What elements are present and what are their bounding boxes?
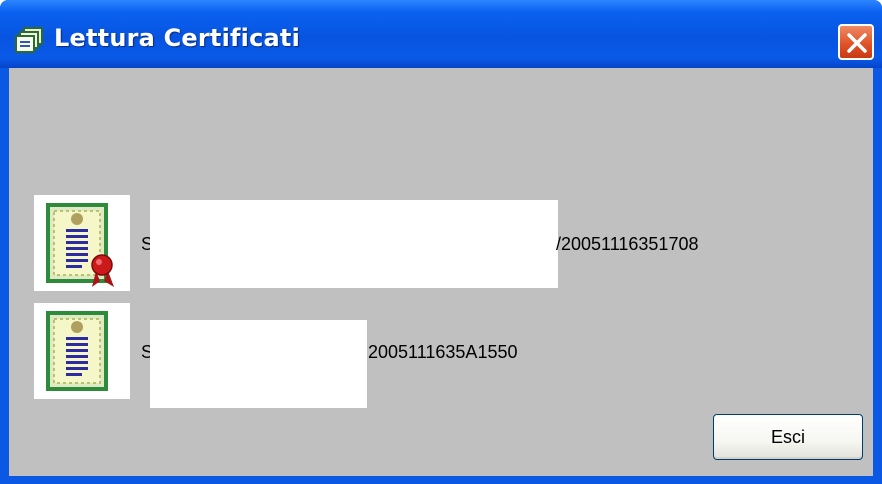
- certificates-app-icon: [14, 26, 44, 54]
- certificate-serial: 2005111635A1550: [368, 342, 518, 362]
- close-icon: [847, 33, 867, 53]
- window-border-right: [873, 68, 882, 484]
- certificate-reader-window: Lettura Certificati S /20051116351708 S …: [0, 0, 882, 484]
- certificate-icon[interactable]: [34, 303, 130, 399]
- exit-button[interactable]: Esci: [713, 414, 863, 460]
- window-border-left: [0, 68, 9, 484]
- close-button[interactable]: [838, 24, 874, 60]
- window-border-bottom: [0, 476, 882, 484]
- certificate-serial: /20051116351708: [556, 234, 699, 254]
- certificate-with-seal-icon[interactable]: [34, 195, 130, 291]
- redacted-area: [150, 320, 367, 408]
- window-title: Lettura Certificati: [54, 24, 301, 52]
- redacted-area: [150, 200, 558, 288]
- title-bar[interactable]: Lettura Certificati: [0, 0, 882, 68]
